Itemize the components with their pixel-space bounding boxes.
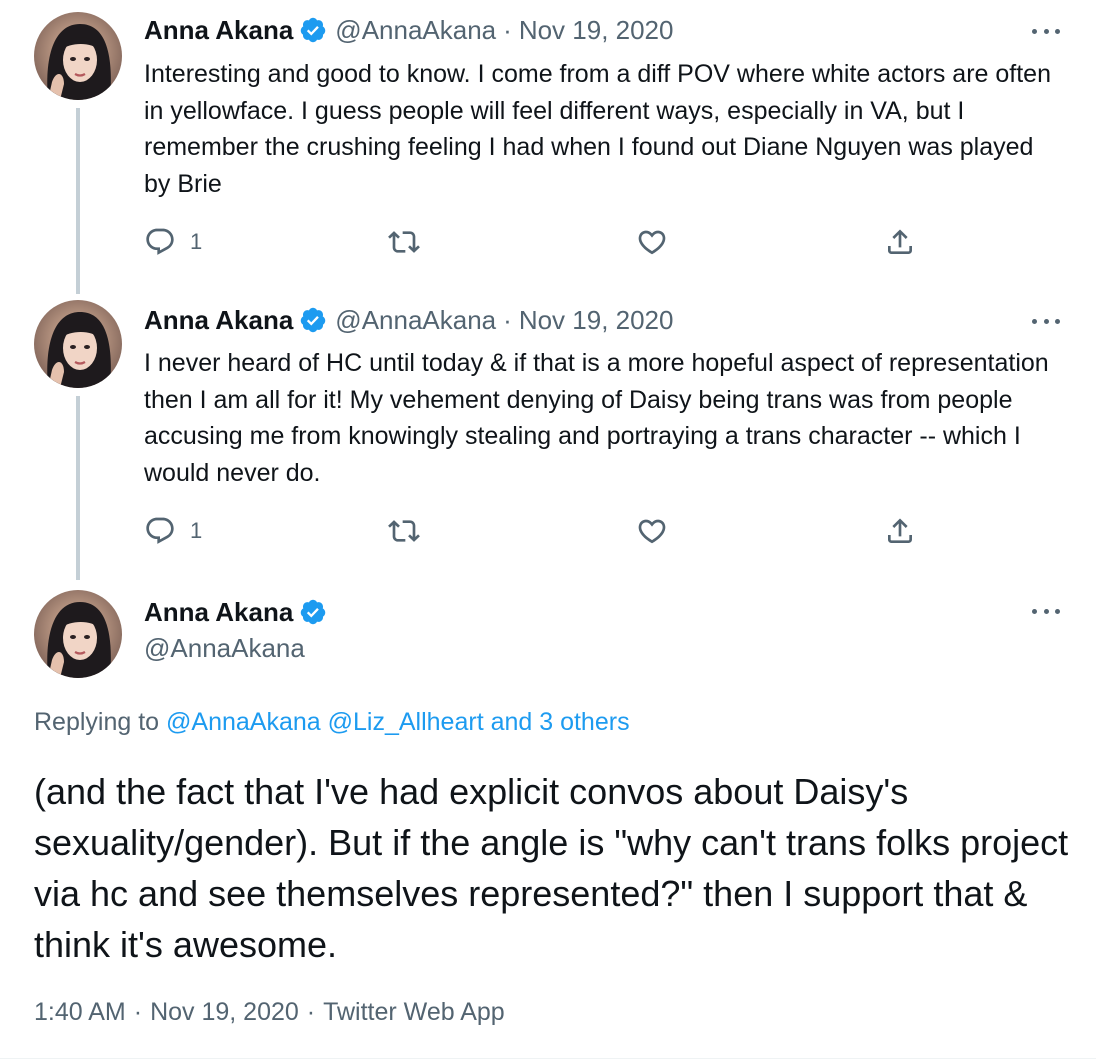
tweet-header: Anna Akana [144,594,335,630]
replying-to: Replying to @AnnaAkana @Liz_Allheart and… [34,708,630,737]
verified-badge-icon [299,306,327,334]
verified-badge-icon [299,598,327,626]
tweet-meta: 1:40 AM · Nov 19, 2020 · Twitter Web App [34,998,505,1027]
share-icon [888,518,912,543]
thread-line [76,396,80,580]
reply-button[interactable]: 1 [144,513,202,549]
tweet-full-date[interactable]: Nov 19, 2020 [150,998,299,1026]
tweet-date[interactable]: Nov 19, 2020 [519,15,674,46]
heart-icon [638,230,666,255]
author-name[interactable]: Anna Akana [144,15,293,46]
heart-icon [638,519,666,544]
retweet-icon [388,231,420,253]
separator: · [503,14,512,45]
avatar[interactable] [34,300,122,388]
reply-icon [146,517,174,544]
thread-line [76,108,80,294]
replying-links[interactable]: @AnnaAkana @Liz_Allheart and 3 others [166,708,630,736]
main-tweet-text: (and the fact that I've had explicit con… [34,771,1069,965]
tweet-header: Anna Akana @AnnaAkana · Nov 19, 2020 [144,12,673,48]
more-options-icon[interactable] [1032,26,1060,36]
handle-row: @AnnaAkana [144,630,305,666]
tweet-source[interactable]: Twitter Web App [323,998,505,1026]
tweet-text: I never heard of HC until today & if tha… [144,349,1049,487]
separator: · [306,998,316,1026]
share-icon [888,229,912,254]
tweet-actions: 1 [144,513,924,549]
retweet-icon [388,520,420,542]
reply-count: 1 [190,518,203,543]
author-handle[interactable]: @AnnaAkana [335,305,496,336]
separator: · [503,304,512,335]
more-options-icon[interactable] [1032,606,1060,616]
tweet-text: Interesting and good to know. I come fro… [144,60,1051,198]
divider [0,1058,1096,1059]
tweet-header: Anna Akana @AnnaAkana · Nov 19, 2020 [144,302,673,338]
more-options-icon[interactable] [1032,316,1060,326]
replying-prefix: Replying to [34,708,160,736]
tweet-thread: Anna Akana @AnnaAkana · Nov 19, 2020 Int… [0,0,1096,1062]
like-button[interactable] [636,513,668,549]
tweet-date[interactable]: Nov 19, 2020 [519,305,674,336]
tweet-time[interactable]: 1:40 AM [34,998,126,1026]
author-name[interactable]: Anna Akana [144,305,293,336]
author-handle[interactable]: @AnnaAkana [335,15,496,46]
tweet-actions: 1 [144,224,924,260]
author-name[interactable]: Anna Akana [144,597,293,628]
verified-badge-icon [299,16,327,44]
separator: · [133,998,143,1026]
avatar[interactable] [34,590,122,678]
retweet-button[interactable] [388,513,420,549]
like-button[interactable] [636,224,668,260]
avatar[interactable] [34,12,122,100]
retweet-button[interactable] [388,224,420,260]
reply-count: 1 [190,229,203,254]
share-button[interactable] [884,224,916,260]
reply-button[interactable]: 1 [144,224,202,260]
share-button[interactable] [884,513,916,549]
author-handle[interactable]: @AnnaAkana [144,633,305,664]
reply-icon [146,228,174,255]
